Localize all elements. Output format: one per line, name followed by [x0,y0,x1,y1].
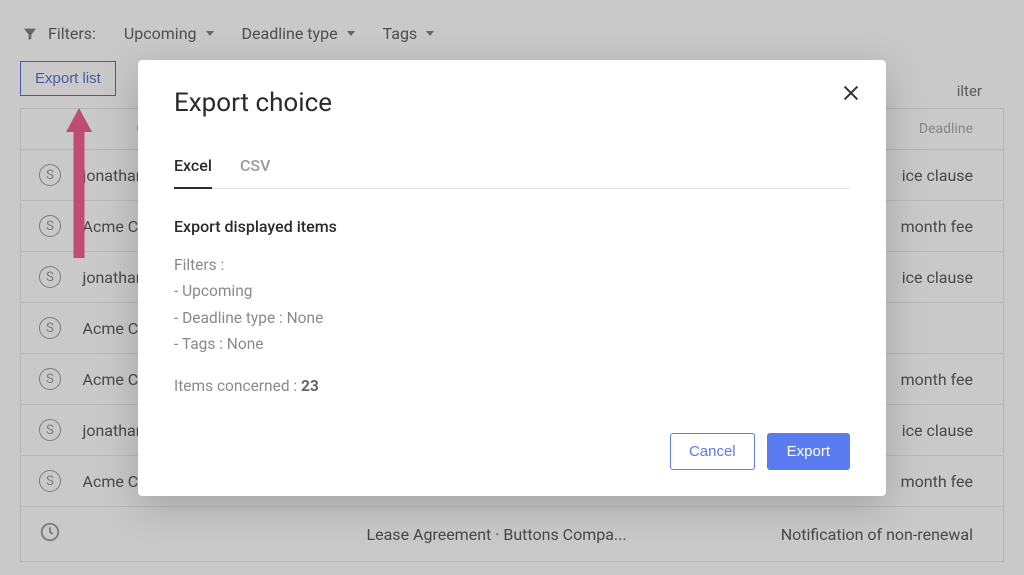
export-modal: Export choice Excel CSV Export displayed… [138,60,886,496]
modal-subtitle: Export displayed items [174,217,850,236]
tab-csv[interactable]: CSV [240,146,270,188]
filters-heading: Filters : [174,252,850,278]
tab-excel[interactable]: Excel [174,146,212,189]
items-concerned-label: Items concerned : [174,377,301,395]
export-button[interactable]: Export [767,433,850,470]
modal-filters-block: Filters : - Upcoming - Deadline type : N… [174,252,850,357]
filter-line: - Upcoming [174,278,850,304]
cancel-button[interactable]: Cancel [670,433,755,470]
items-concerned-count: 23 [301,377,319,395]
modal-tabs: Excel CSV [174,146,850,189]
modal-title: Export choice [174,88,850,118]
filter-line: - Tags : None [174,331,850,357]
modal-overlay: Export choice Excel CSV Export displayed… [0,0,1024,575]
modal-actions: Cancel Export [174,433,850,470]
items-concerned: Items concerned : 23 [174,377,850,395]
close-icon[interactable] [840,82,862,104]
filter-line: - Deadline type : None [174,305,850,331]
